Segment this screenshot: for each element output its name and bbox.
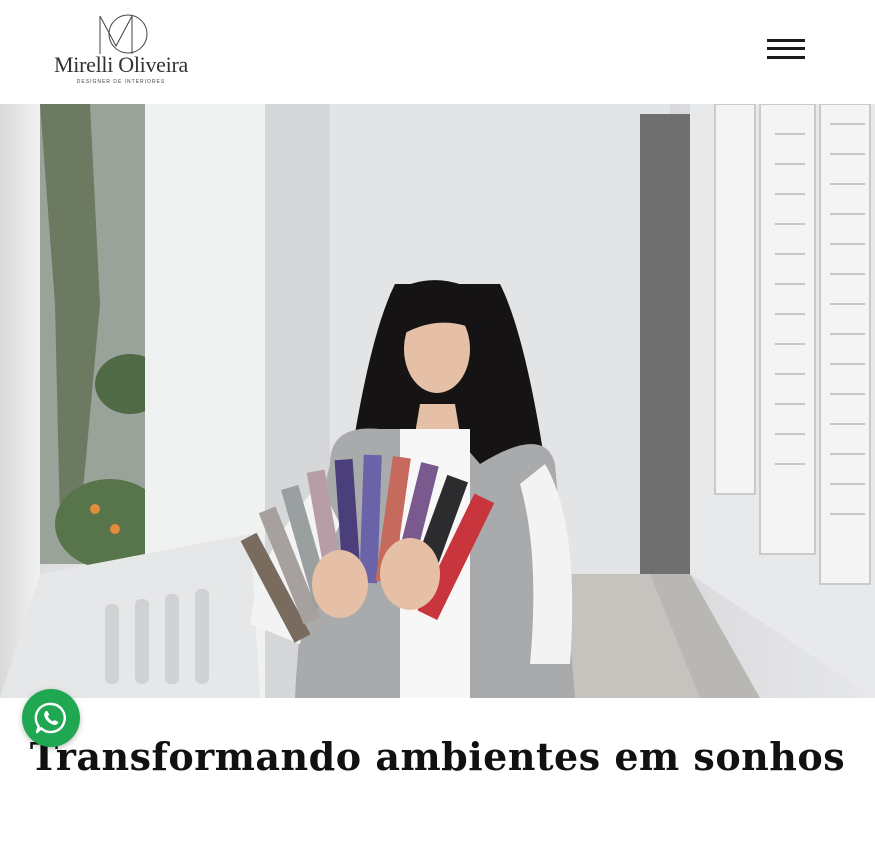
menu-line (767, 47, 805, 50)
menu-line (767, 56, 805, 59)
hamburger-menu-icon[interactable] (764, 36, 808, 66)
menu-line (767, 39, 805, 42)
logo[interactable]: Mirelli Oliveira DESIGNER DE INTERIORES (50, 12, 192, 88)
logo-monogram-icon (99, 14, 148, 54)
site-header: Mirelli Oliveira DESIGNER DE INTERIORES (0, 0, 875, 104)
whatsapp-button[interactable] (22, 689, 80, 747)
logo-name: Mirelli Oliveira (54, 52, 188, 77)
whatsapp-icon (34, 702, 66, 734)
logo-tagline: DESIGNER DE INTERIORES (76, 79, 166, 85)
hero-image (0, 104, 875, 698)
page-headline: Transformando ambientes em sonhos (29, 734, 846, 779)
hero-photo (0, 104, 875, 698)
